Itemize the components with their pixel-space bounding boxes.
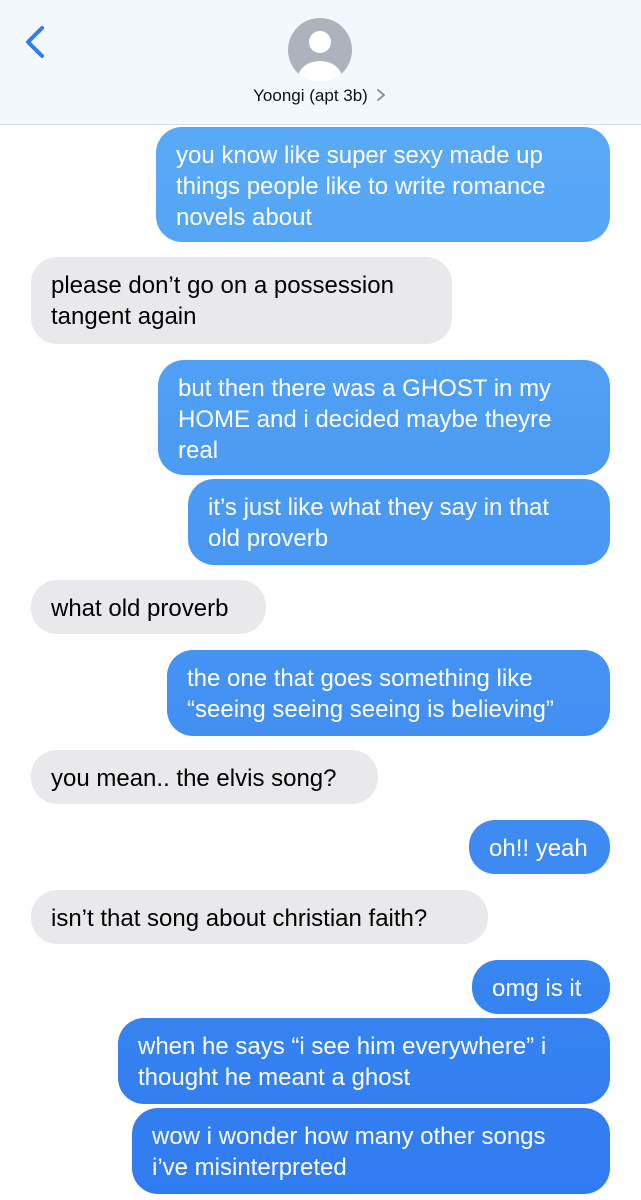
message-bubble-sent[interactable]: when he says “i see him everywhere” i th… xyxy=(118,1018,610,1104)
message-bubble-sent[interactable]: omg is it xyxy=(472,960,610,1014)
message-bubble-sent[interactable]: but then there was a GHOST in my HOME an… xyxy=(158,360,610,475)
chevron-left-icon xyxy=(26,26,44,58)
message-bubble-received[interactable]: what old proverb xyxy=(31,580,266,634)
person-silhouette-icon xyxy=(298,31,342,82)
message-bubble-sent[interactable]: you know like super sexy made up things … xyxy=(156,127,610,242)
chevron-right-icon xyxy=(376,89,385,101)
message-bubble-received[interactable]: please don’t go on a possession tangent … xyxy=(31,257,452,344)
message-bubble-received[interactable]: isn’t that song about christian faith? xyxy=(31,890,488,944)
contact-name: Yoongi (apt 3b) xyxy=(253,86,368,105)
conversation-header: Yoongi (apt 3b) xyxy=(0,0,641,125)
contact-name-button[interactable]: Yoongi (apt 3b) xyxy=(0,86,641,106)
back-button[interactable] xyxy=(18,22,54,66)
message-bubble-sent[interactable]: wow i wonder how many other songs i’ve m… xyxy=(132,1108,610,1194)
message-bubble-sent[interactable]: oh!! yeah xyxy=(469,820,610,874)
message-bubble-sent[interactable]: the one that goes something like “seeing… xyxy=(167,650,610,736)
contact-avatar[interactable] xyxy=(288,18,352,82)
message-bubble-sent[interactable]: it’s just like what they say in that old… xyxy=(188,479,610,565)
message-thread: you know like super sexy made up things … xyxy=(0,124,641,1200)
message-bubble-received[interactable]: you mean.. the elvis song? xyxy=(31,750,378,804)
